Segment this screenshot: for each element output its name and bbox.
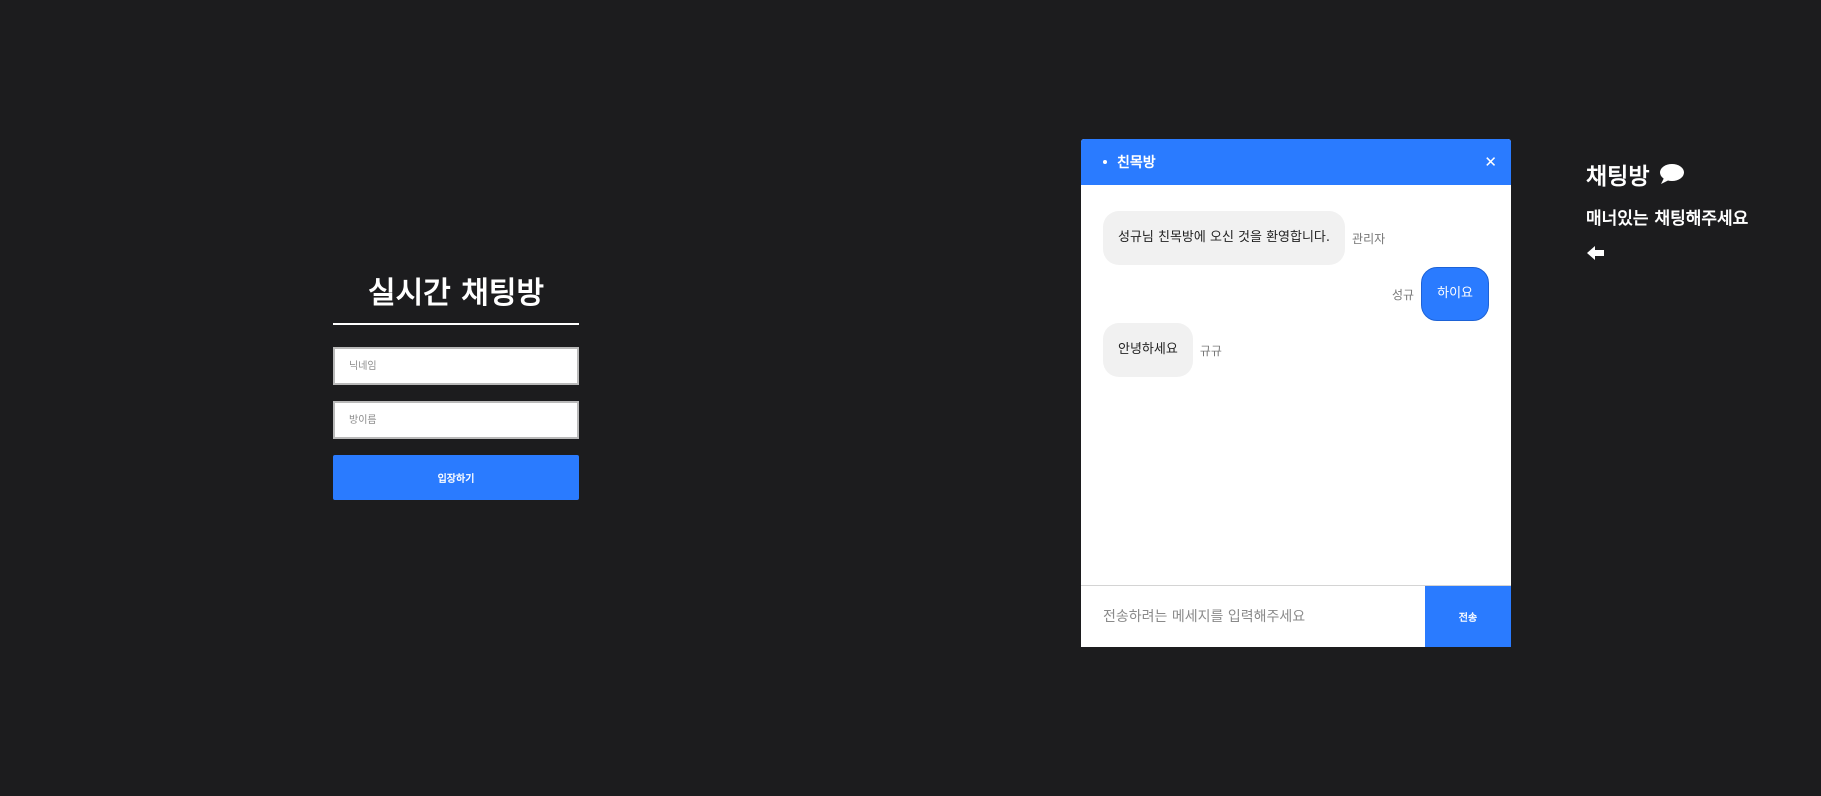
nickname-input[interactable] [333, 347, 579, 385]
message-bubble: 성규님 친목방에 오신 것을 환영합니다. [1103, 211, 1346, 265]
message-input[interactable] [1081, 586, 1425, 647]
info-title-row: 채팅방 [1586, 158, 1748, 190]
room-name-input[interactable] [333, 401, 579, 439]
message-sender: 규규 [1199, 343, 1222, 358]
chat-window: 친목방 ✕ 성규님 친목방에 오신 것을 환영합니다. 관리자 성규 하이요 안… [1081, 139, 1511, 647]
message-sender: 관리자 [1352, 231, 1386, 246]
message-bubble: 안녕하세요 [1103, 323, 1193, 377]
enter-button[interactable]: 입장하기 [333, 455, 579, 500]
speech-bubble-icon [1660, 164, 1685, 184]
info-panel: 채팅방 매너있는 채팅해주세요 [1586, 158, 1748, 263]
chat-header: 친목방 ✕ [1081, 139, 1511, 185]
page: 실시간 채팅방 입장하기 친목방 ✕ 성규님 친목방에 오신 것을 환영합니다.… [0, 0, 1821, 796]
message-row: 성규님 친목방에 오신 것을 환영합니다. 관리자 [1103, 211, 1489, 265]
message-sender: 성규 [1392, 287, 1415, 302]
room-name: 친목방 [1117, 155, 1156, 171]
arrow-left-icon[interactable] [1586, 243, 1606, 263]
message-list: 성규님 친목방에 오신 것을 환영합니다. 관리자 성규 하이요 안녕하세요 규… [1081, 185, 1511, 581]
message-composer: 전송 [1081, 585, 1511, 647]
info-subtitle: 매너있는 채팅해주세요 [1586, 209, 1749, 229]
login-title: 실시간 채팅방 [333, 275, 579, 325]
close-icon[interactable]: ✕ [1484, 153, 1497, 171]
message-bubble: 하이요 [1421, 267, 1489, 321]
send-button[interactable]: 전송 [1425, 586, 1511, 647]
login-panel: 실시간 채팅방 입장하기 [333, 275, 579, 500]
message-row: 성규 하이요 [1103, 267, 1489, 321]
info-title: 채팅방 [1586, 164, 1650, 190]
status-dot [1103, 160, 1107, 164]
message-row: 안녕하세요 규규 [1103, 323, 1489, 377]
